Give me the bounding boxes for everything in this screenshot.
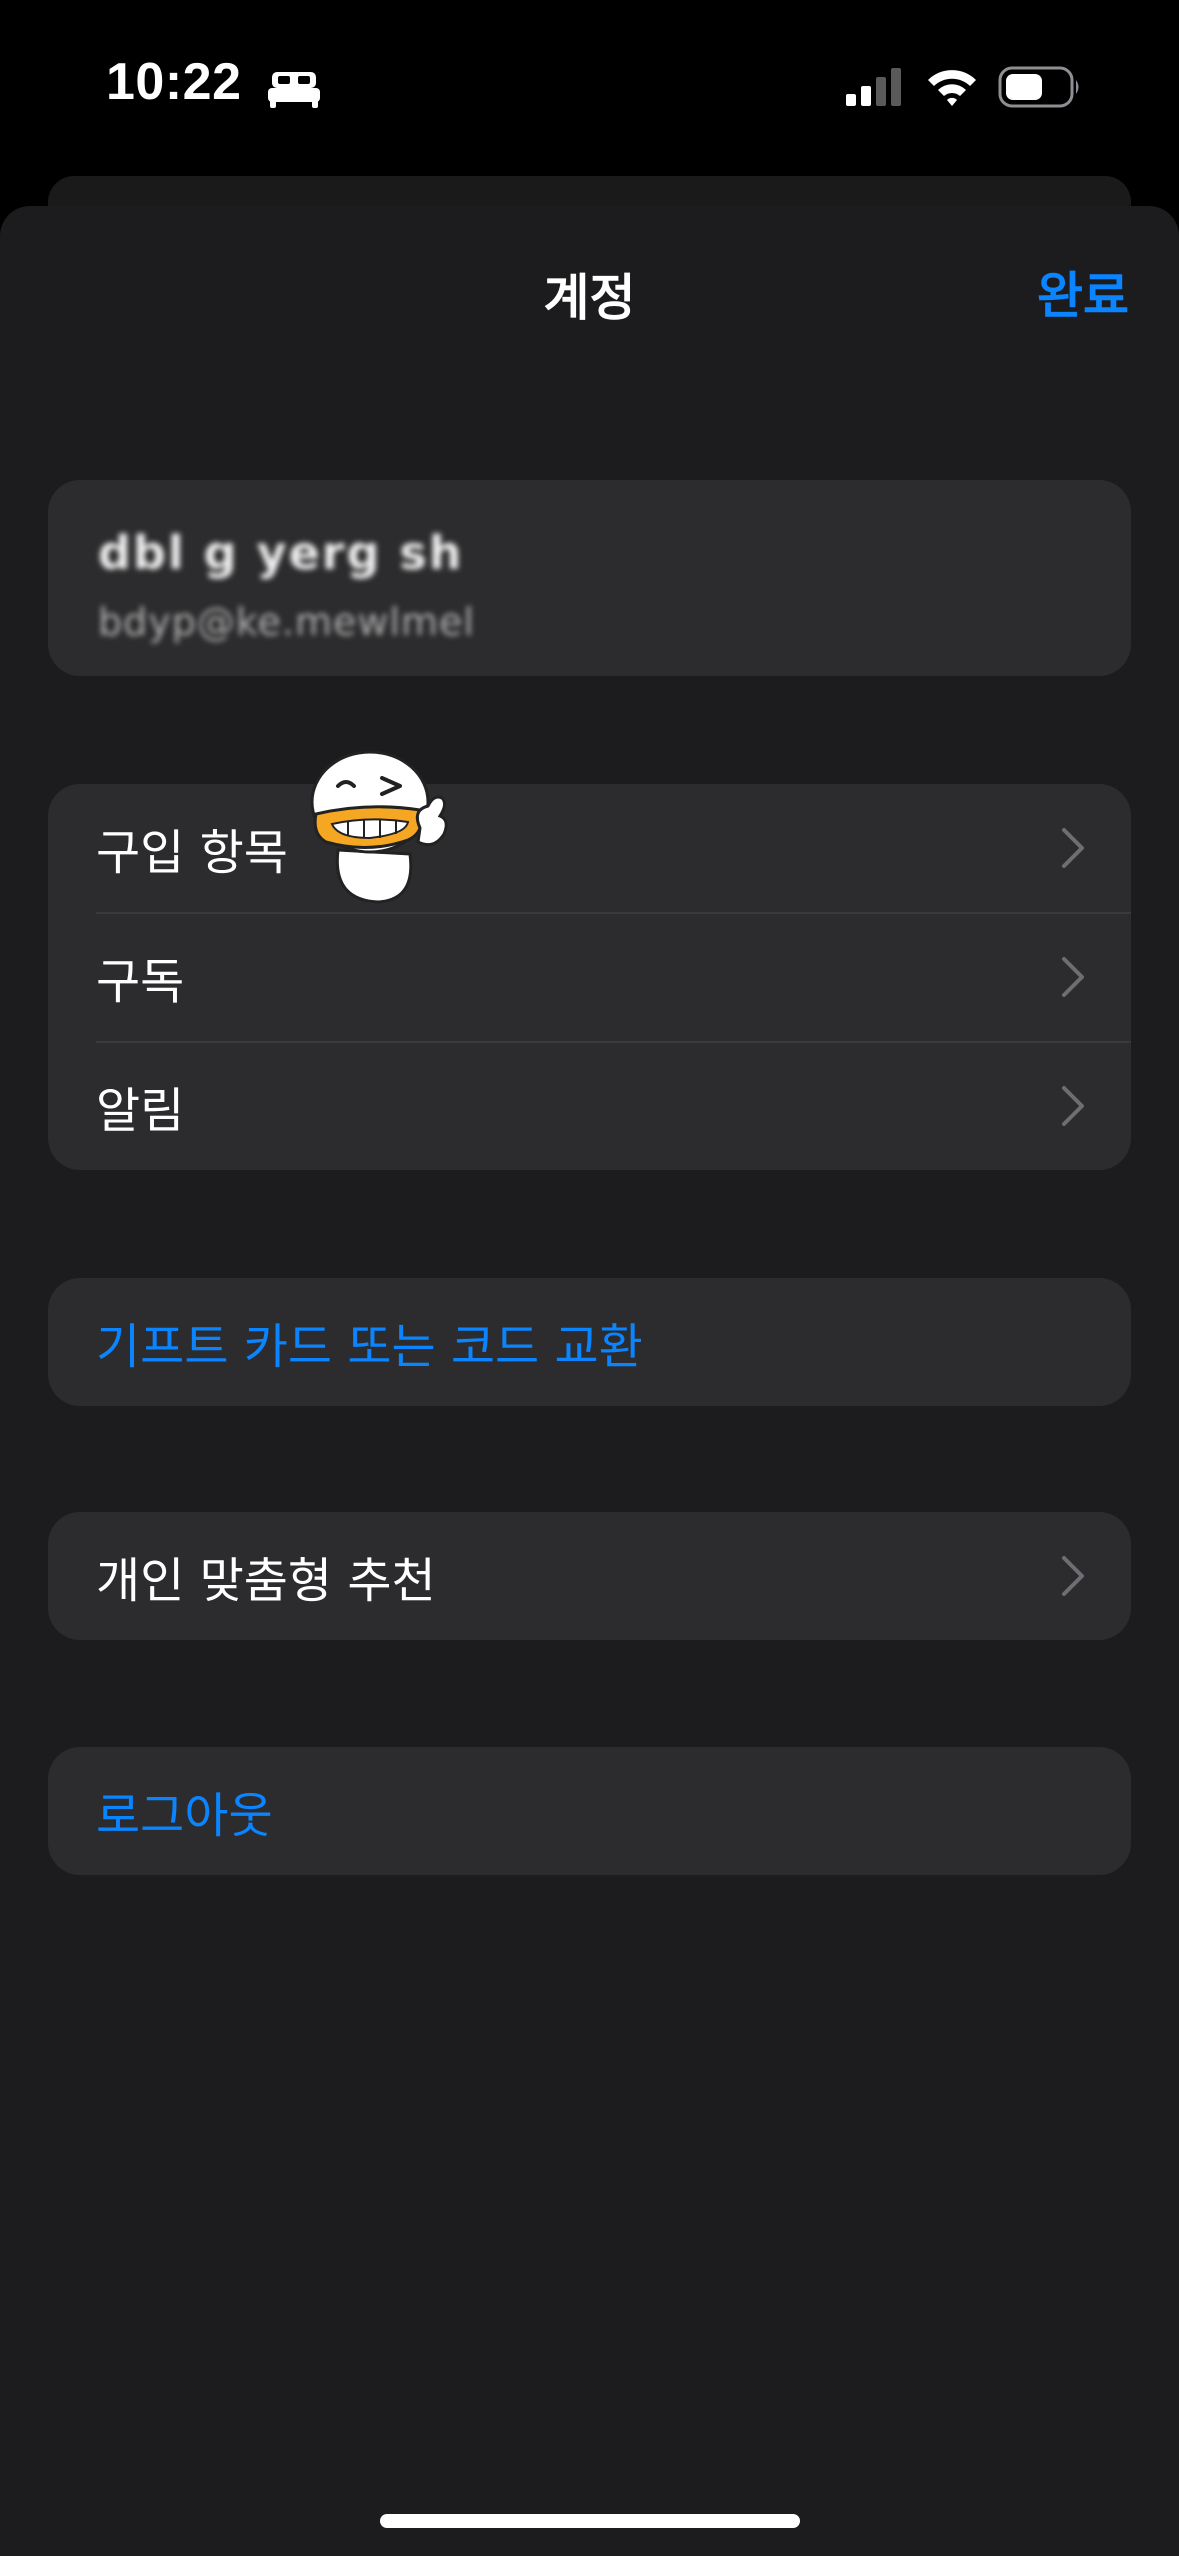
home-indicator [380,2514,800,2528]
logout-group: 로그아웃 [48,1747,1131,1875]
profile-email: bdyp@ke.mewlmel [98,600,475,644]
logout-label: 로그아웃 [96,1788,273,1844]
chevron-right-icon [1062,1556,1084,1596]
cellular-signal-icon [846,68,901,106]
logout-button[interactable]: 로그아웃 [48,1747,1131,1875]
purchases-label: 구입 항목 [96,825,288,881]
page-title: 계정 [543,269,636,327]
chevron-right-icon [1062,828,1084,868]
done-button[interactable]: 완료 [1037,256,1129,328]
status-time: 10:22 [106,53,242,111]
redeem-gift-card-label: 기프트 카드 또는 코드 교환 [96,1319,643,1375]
status-bar: 10:22 [0,0,1179,175]
subscriptions-label: 구독 [96,954,185,1010]
personalized-recommendations-row[interactable]: 개인 맞춤형 추천 [48,1512,1131,1640]
personalized-group: 개인 맞춤형 추천 [48,1512,1131,1640]
personalized-recommendations-label: 개인 맞춤형 추천 [96,1553,436,1609]
profile-name: dbl g yerg sh [98,526,464,580]
bed-icon [268,72,320,108]
profile-card[interactable]: dbl g yerg sh bdyp@ke.mewlmel [48,480,1131,676]
wifi-icon [928,70,976,106]
gift-card-group: 기프트 카드 또는 코드 교환 [48,1278,1131,1406]
chevron-right-icon [1062,1086,1084,1126]
chevron-right-icon [1062,957,1084,997]
purchases-row[interactable]: 구입 항목 [48,784,1131,912]
battery-icon [998,66,1079,108]
duck-sticker-icon [310,750,448,904]
redeem-gift-card-button[interactable]: 기프트 카드 또는 코드 교환 [48,1278,1131,1406]
notifications-row[interactable]: 알림 [48,1042,1131,1170]
notifications-label: 알림 [96,1083,185,1139]
subscriptions-row[interactable]: 구독 [48,913,1131,1041]
account-menu-group: 구입 항목 구독 알림 [48,784,1131,1170]
